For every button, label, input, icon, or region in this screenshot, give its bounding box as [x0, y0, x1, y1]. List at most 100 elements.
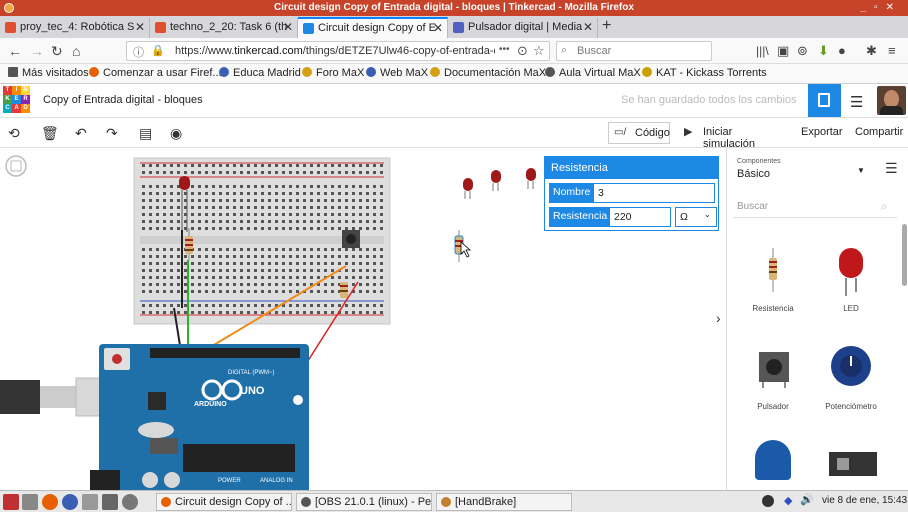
tinkercad-icon — [303, 23, 314, 34]
bookmark-kat[interactable]: KAT - Kickass Torrents — [642, 67, 767, 79]
export-button[interactable]: Exportar — [801, 126, 843, 138]
bookmark-mas-visitados[interactable]: Más visitados — [8, 67, 89, 79]
component-resistor[interactable]: Resistencia — [733, 244, 813, 316]
sidebar-icon[interactable]: ▣ — [777, 42, 789, 60]
window-controls[interactable]: _▫✕ — [861, 0, 903, 16]
extensions-icon[interactable]: ✱ — [866, 42, 877, 60]
close-tab-icon[interactable]: ✕ — [583, 18, 593, 37]
components-search-input[interactable]: Buscar ⌕ — [733, 196, 897, 218]
eye-icon[interactable]: ◉ — [170, 125, 182, 142]
led-loose-3[interactable] — [526, 168, 536, 189]
notes-icon[interactable]: ▤ — [139, 125, 152, 142]
name-field[interactable]: 3 — [593, 183, 715, 203]
close-tab-icon[interactable]: ✕ — [135, 18, 145, 37]
clock[interactable]: vie 8 de ene, 15:43 — [822, 495, 907, 506]
name-label: Nombre — [549, 183, 593, 203]
panel-toggle-icon[interactable]: › — [716, 310, 721, 326]
back-icon[interactable]: ← — [8, 42, 22, 60]
task-handbrake[interactable]: [HandBrake] — [436, 493, 572, 511]
components-dropdown[interactable]: Componentes Básico ▼ — [731, 154, 869, 186]
page-actions-button[interactable]: ••• — [499, 44, 510, 55]
component-pushbutton[interactable]: Pulsador — [733, 344, 813, 416]
component-potentiometer[interactable]: Potenciómetro — [811, 344, 891, 416]
trash-icon[interactable]: 🗑 — [41, 125, 59, 142]
extension-icon[interactable]: ● — [838, 42, 846, 60]
new-tab-button[interactable]: + — [602, 17, 611, 35]
task-firefox[interactable]: Circuit design Copy of ... — [156, 493, 292, 511]
sync-icon[interactable]: ⊚ — [797, 42, 808, 60]
close-tab-icon[interactable]: ✕ — [283, 18, 293, 37]
share-button[interactable]: Compartir — [855, 126, 903, 138]
tinkercad-header: T I N K E R C A D Copy of Entrada digita… — [0, 84, 908, 118]
library-icon[interactable]: |||\ — [756, 42, 769, 60]
url-text[interactable]: https://www.tinkercad.com/things/dETZE7U… — [175, 45, 495, 57]
component-capacitor[interactable] — [755, 440, 791, 480]
document-title[interactable]: Copy of Entrada digital - bloques — [43, 94, 203, 106]
download-icon[interactable]: ⬇ — [818, 42, 829, 60]
tab-pulsador[interactable]: Pulsador digital | Media ✕ — [448, 18, 598, 38]
close-tab-icon[interactable]: ✕ — [433, 19, 443, 38]
bookmark-documentacion-max[interactable]: Documentación MaX — [430, 67, 546, 79]
dropdown-arrow-icon: ▼ — [857, 166, 865, 175]
resistor-selected[interactable] — [454, 230, 472, 262]
bookmark-foro-max[interactable]: Foro MaX — [302, 67, 364, 79]
forward-icon[interactable]: → — [30, 42, 44, 60]
component-led[interactable]: LED — [811, 244, 891, 316]
browser-launcher-icon[interactable] — [62, 494, 78, 510]
arduino-analog-label: ANALOG IN — [260, 478, 293, 484]
pocket-icon[interactable]: ⊙ — [517, 43, 528, 59]
code-button[interactable]: ▭/ Código — [608, 122, 670, 144]
firefox-launcher-icon[interactable] — [42, 494, 58, 510]
pushbutton-on-breadboard[interactable] — [342, 230, 360, 248]
pushbutton-icon — [759, 352, 789, 388]
bookmark-star-icon[interactable]: ☆ — [533, 43, 545, 59]
menu-icon[interactable]: ≡ — [888, 42, 896, 60]
led-loose-2[interactable] — [491, 170, 501, 191]
files-icon[interactable] — [22, 494, 38, 510]
home-icon[interactable]: ⌂ — [72, 42, 80, 60]
obs-icon[interactable] — [122, 494, 138, 510]
bookmark-web-max[interactable]: Web MaX — [366, 67, 428, 79]
info-icon[interactable]: ⓘ — [133, 44, 144, 60]
app-launcher-icon[interactable] — [82, 494, 98, 510]
list-view-icon[interactable]: ☰ — [850, 93, 863, 111]
components-panel: Componentes Básico ▼ ☰ Buscar ⌕ Resisten… — [726, 148, 908, 490]
unit-select[interactable]: Ω ⌄ — [675, 207, 717, 227]
search-bar[interactable]: ⌕ Buscar — [556, 41, 712, 61]
play-icon: ▶ — [684, 126, 693, 138]
start-menu-icon[interactable] — [3, 494, 19, 510]
bookmarks-bar: Más visitados Comenzar a usar Firef... E… — [0, 64, 908, 84]
list-view-icon[interactable]: ☰ — [885, 160, 898, 177]
arduino-board[interactable]: ARDUINO UNO DIGITAL (PWM~) POWER ANALOG … — [90, 344, 309, 490]
bookmark-educa-madrid[interactable]: Educa Madrid — [219, 67, 301, 79]
resistance-field[interactable]: 220 — [609, 207, 671, 227]
task-obs[interactable]: [OBS 21.0.1 (linux) - Pe... — [296, 493, 432, 511]
reload-icon[interactable]: ↻ — [51, 42, 63, 60]
lock-icon[interactable]: 🔒 — [151, 44, 165, 57]
start-simulation-button[interactable]: ▶ Iniciar simulación — [676, 122, 784, 150]
resistor-icon — [769, 248, 777, 292]
resistor-pulldown[interactable] — [340, 282, 348, 298]
rotate-icon[interactable]: ⟲ — [8, 125, 20, 142]
component-slide-switch[interactable] — [829, 452, 877, 476]
url-bar[interactable]: ⓘ 🔒 https://www.tinkercad.com/things/dET… — [126, 41, 550, 61]
tab-techno[interactable]: techno_2_20: Task 6 (th ✕ — [150, 18, 298, 38]
circuit-view-button[interactable] — [808, 84, 841, 117]
terminal-icon[interactable] — [102, 494, 118, 510]
user-avatar[interactable] — [877, 86, 906, 115]
undo-icon[interactable]: ↶ — [75, 125, 87, 142]
zoom-fit-icon[interactable] — [5, 155, 27, 177]
redo-icon[interactable]: ↷ — [106, 125, 118, 142]
volume-icon[interactable]: 🔊 — [800, 493, 814, 506]
led-loose-1[interactable] — [463, 178, 473, 199]
moodle-icon — [155, 22, 166, 33]
bookmark-aula-virtual[interactable]: Aula Virtual MaX — [545, 67, 641, 79]
network-icon[interactable]: ◆ — [784, 494, 792, 507]
tab-proy-tec[interactable]: proy_tec_4: Robótica S ✕ — [0, 18, 150, 38]
bookmark-comenzar[interactable]: Comenzar a usar Firef... — [89, 67, 222, 79]
panel-scrollbar[interactable] — [902, 224, 907, 286]
obs-tray-icon[interactable] — [762, 495, 774, 507]
circuit-canvas[interactable]: ARDUINO UNO DIGITAL (PWM~) POWER ANALOG … — [0, 148, 726, 490]
tab-circuit-design[interactable]: Circuit design Copy of E ✕ — [298, 17, 448, 38]
tinkercad-logo[interactable]: T I N K E R C A D — [3, 86, 30, 113]
